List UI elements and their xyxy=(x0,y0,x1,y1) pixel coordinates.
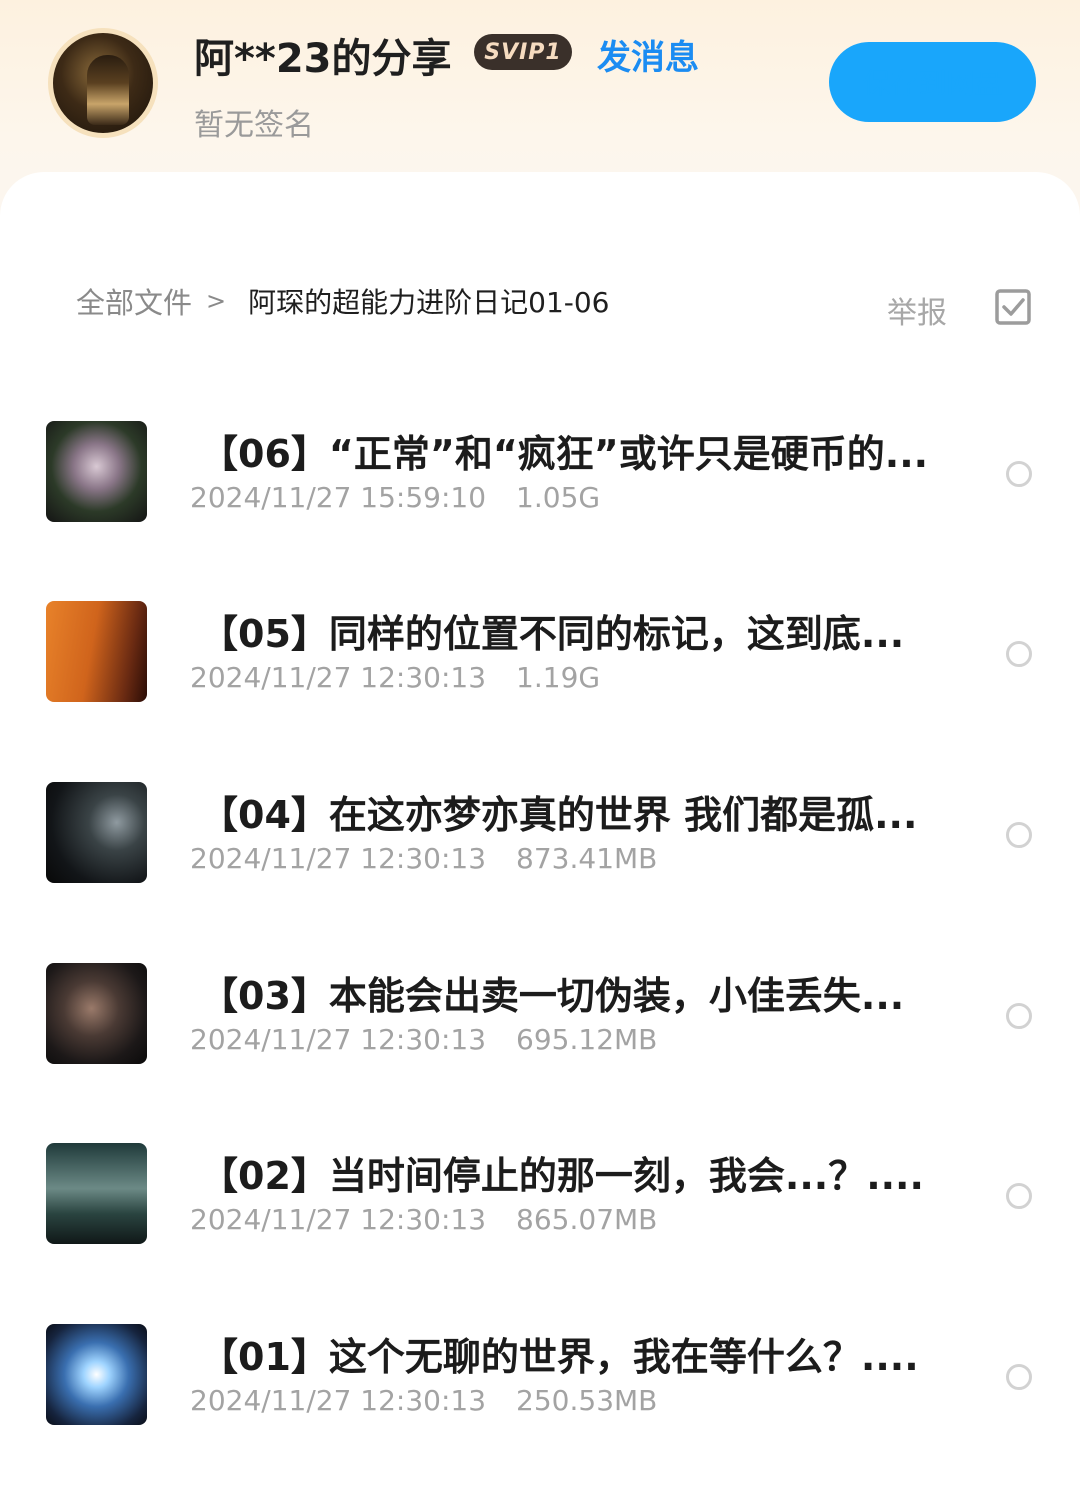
file-row[interactable]: 【06】“正常”和“疯狂”或许只是硬币的... 2024/11/27 15:59… xyxy=(0,421,1080,541)
breadcrumb-root[interactable]: 全部文件 xyxy=(76,280,192,322)
file-title: 【04】在这亦梦亦真的世界 我们都是孤... xyxy=(200,793,918,837)
file-size: 1.05G xyxy=(516,481,601,514)
vip-badge: SVIP1 xyxy=(474,34,572,70)
select-radio-icon[interactable] xyxy=(1006,461,1032,487)
video-thumbnail-icon xyxy=(46,963,147,1064)
file-date: 2024/11/27 12:30:13 xyxy=(190,842,487,875)
file-row[interactable]: 【04】在这亦梦亦真的世界 我们都是孤... 2024/11/27 12:30:… xyxy=(0,782,1080,902)
file-size: 865.07MB xyxy=(516,1203,658,1236)
video-thumbnail-icon xyxy=(46,421,147,522)
signature-text: 暂无签名 xyxy=(194,108,314,143)
avatar-figure xyxy=(87,55,129,125)
sharer-name: 阿**23的分享 xyxy=(194,36,452,82)
video-thumbnail-icon xyxy=(46,782,147,883)
select-radio-icon[interactable] xyxy=(1006,822,1032,848)
file-row[interactable]: 【01】这个无聊的世界，我在等什么？.... 2024/11/27 12:30:… xyxy=(0,1324,1080,1444)
save-button-label: 保存到网盘 xyxy=(862,67,1003,100)
file-size: 873.41MB xyxy=(516,842,658,875)
file-date: 2024/11/27 12:30:13 xyxy=(190,1384,487,1417)
file-meta: 2024/11/27 12:30:13 873.41MB xyxy=(190,842,657,875)
file-size: 250.53MB xyxy=(516,1384,658,1417)
select-radio-icon[interactable] xyxy=(1006,641,1032,667)
file-meta: 2024/11/27 12:30:13 695.12MB xyxy=(190,1023,657,1056)
file-row[interactable]: 【03】本能会出卖一切伪装，小佳丢失... 2024/11/27 12:30:1… xyxy=(0,963,1080,1083)
file-title: 【03】本能会出卖一切伪装，小佳丢失... xyxy=(200,974,905,1018)
file-date: 2024/11/27 15:59:10 xyxy=(190,481,487,514)
video-thumbnail-icon xyxy=(46,1143,147,1244)
file-row[interactable]: 【02】当时间停止的那一刻，我会...？.... 2024/11/27 12:3… xyxy=(0,1143,1080,1263)
file-size: 695.12MB xyxy=(516,1023,658,1056)
file-date: 2024/11/27 12:30:13 xyxy=(190,1023,487,1056)
file-title: 【02】当时间停止的那一刻，我会...？.... xyxy=(200,1154,924,1198)
file-date: 2024/11/27 12:30:13 xyxy=(190,1203,487,1236)
file-title: 【06】“正常”和“疯狂”或许只是硬币的... xyxy=(200,432,929,476)
save-to-netdisk-button[interactable]: 保存到网盘 xyxy=(829,42,1036,122)
file-meta: 2024/11/27 15:59:10 1.05G xyxy=(190,481,600,514)
file-title: 【01】这个无聊的世界，我在等什么？.... xyxy=(200,1335,919,1379)
select-all-checkbox-icon[interactable] xyxy=(994,288,1032,326)
select-radio-icon[interactable] xyxy=(1006,1364,1032,1390)
file-row[interactable]: 【05】同样的位置不同的标记，这到底... 2024/11/27 12:30:1… xyxy=(0,601,1080,721)
breadcrumb-current-folder: 阿琛的超能力进阶日记01-06 xyxy=(248,286,610,319)
send-message-link[interactable]: 发消息 xyxy=(597,30,699,79)
file-date: 2024/11/27 12:30:13 xyxy=(190,661,487,694)
select-radio-icon[interactable] xyxy=(1006,1003,1032,1029)
file-meta: 2024/11/27 12:30:13 1.19G xyxy=(190,661,600,694)
file-meta: 2024/11/27 12:30:13 865.07MB xyxy=(190,1203,657,1236)
report-button[interactable]: 举报 xyxy=(887,288,947,332)
file-meta: 2024/11/27 12:30:13 250.53MB xyxy=(190,1384,657,1417)
video-thumbnail-icon xyxy=(46,601,147,702)
select-radio-icon[interactable] xyxy=(1006,1183,1032,1209)
video-thumbnail-icon xyxy=(46,1324,147,1425)
avatar[interactable] xyxy=(48,28,158,138)
file-title: 【05】同样的位置不同的标记，这到底... xyxy=(200,612,905,656)
breadcrumb: 全部文件 > 阿琛的超能力进阶日记01-06 xyxy=(76,280,610,322)
file-size: 1.19G xyxy=(516,661,601,694)
breadcrumb-separator: > xyxy=(206,287,227,315)
